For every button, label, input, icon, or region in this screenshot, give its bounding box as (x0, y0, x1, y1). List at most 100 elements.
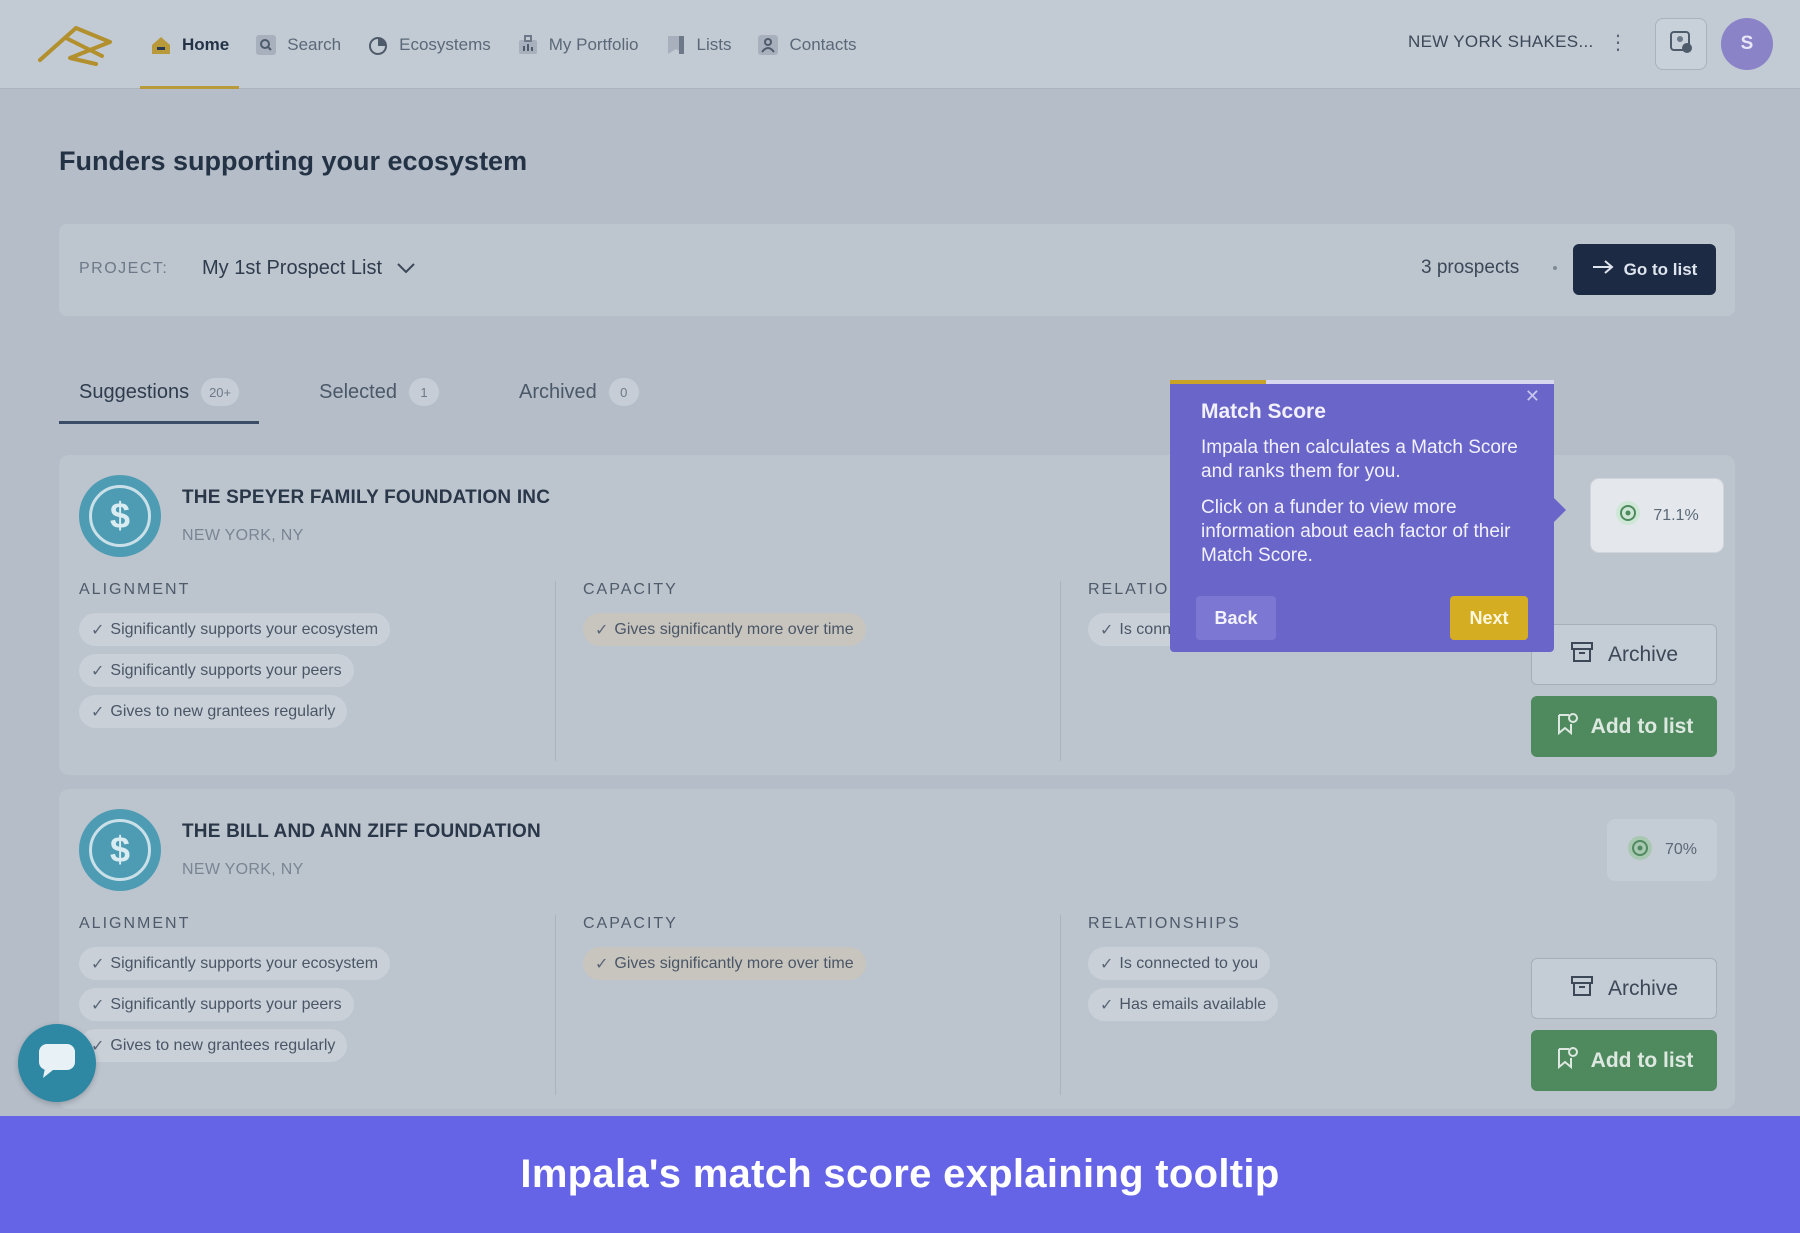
check-icon: ✓ (91, 955, 105, 973)
chat-button[interactable] (18, 1024, 96, 1102)
nav-item-lists[interactable]: Lists (655, 0, 742, 89)
portfolio-icon (517, 34, 539, 56)
nav-item-search[interactable]: Search (245, 0, 351, 89)
nav-item-contacts[interactable]: Contacts (747, 0, 866, 89)
funder-card[interactable]: $ THE BILL AND ANN ZIFF FOUNDATION NEW Y… (59, 789, 1735, 1109)
column-divider (555, 581, 556, 761)
tooltip-next-button[interactable]: Next (1450, 596, 1528, 640)
tooltip-body: Impala then calculates a Match Score and… (1201, 436, 1531, 568)
capacity-column: CAPACITY ✓ Gives significantly more over … (583, 915, 866, 988)
funder-name[interactable]: THE SPEYER FAMILY FOUNDATION INC (182, 487, 550, 509)
alignment-pill: ✓ Significantly supports your ecosystem (79, 947, 391, 980)
alignment-column: ALIGNMENT ✓ Significantly supports your e… (79, 915, 391, 1070)
capacity-pill: ✓ Gives significantly more over time (583, 613, 866, 646)
match-score-value: 70% (1664, 841, 1698, 858)
nav-label: Search (287, 34, 342, 54)
dollar-icon: $ (79, 475, 161, 557)
match-score-badge[interactable]: 71.1% (1591, 479, 1723, 552)
column-divider (1060, 581, 1061, 761)
check-icon: ✓ (91, 662, 105, 680)
project-select-value: My 1st Prospect List (202, 257, 383, 279)
funder-name[interactable]: THE BILL AND ANN ZIFF FOUNDATION (182, 821, 541, 843)
main-nav: Home Search Ecosystems My Portfolio List… (140, 0, 873, 89)
page-title: Funders supporting your ecosystem (59, 146, 528, 176)
add-to-list-button[interactable]: Add to list (1531, 696, 1717, 757)
tooltip-paragraph: Impala then calculates a Match Score and… (1201, 437, 1518, 482)
column-heading: RELATIONSHIPS (1088, 915, 1241, 932)
check-icon: ✓ (91, 621, 105, 639)
archive-icon (1570, 641, 1594, 669)
bookmark-add-icon (1555, 712, 1579, 742)
top-nav: Home Search Ecosystems My Portfolio List… (0, 0, 1800, 89)
tab-label: Archived (518, 380, 597, 403)
add-to-list-label: Add to list (1590, 1048, 1694, 1072)
tab-label: Selected (319, 380, 397, 403)
help-button[interactable] (1655, 18, 1707, 70)
project-bar: PROJECT: My 1st Prospect List 3 prospect… (59, 224, 1735, 316)
alignment-pill: ✓ Gives to new grantees regularly (79, 695, 348, 728)
organization-name[interactable]: NEW YORK SHAKES... (1408, 32, 1594, 52)
alignment-pill: ✓ Significantly supports your ecosystem (79, 613, 391, 646)
capacity-pill: ✓ Gives significantly more over time (583, 947, 866, 980)
nav-item-ecosystems[interactable]: Ecosystems (357, 0, 501, 89)
add-to-list-button[interactable]: Add to list (1531, 1030, 1717, 1091)
close-icon[interactable]: ✕ (1525, 386, 1540, 407)
relationship-pill: ✓ Has emails available (1088, 988, 1279, 1021)
tab-suggestions[interactable]: Suggestions 20+ (59, 360, 260, 424)
project-label: PROJECT: (79, 260, 169, 277)
check-icon: ✓ (595, 621, 609, 639)
prospects-count: 3 prospects (1421, 257, 1520, 278)
alignment-pill: ✓ Significantly supports your peers (79, 654, 354, 687)
tooltip-back-button[interactable]: Back (1196, 596, 1276, 640)
more-options-icon[interactable]: ⋮ (1608, 30, 1628, 55)
column-heading: CAPACITY (583, 581, 678, 598)
go-to-list-label: Go to list (1623, 259, 1698, 279)
nav-label: Home (182, 34, 230, 54)
chevron-down-icon (396, 257, 416, 280)
check-icon: ✓ (1100, 955, 1114, 973)
tab-archived[interactable]: Archived 0 (499, 360, 659, 424)
tab-selected[interactable]: Selected 1 (299, 360, 459, 424)
ecosystems-icon (367, 34, 389, 56)
target-icon (1615, 500, 1641, 531)
check-icon: ✓ (91, 996, 105, 1014)
column-heading: CAPACITY (583, 915, 678, 932)
check-icon: ✓ (595, 955, 609, 973)
tab-label: Suggestions (79, 380, 190, 403)
funder-location: NEW YORK, NY (182, 527, 304, 544)
archive-icon (1570, 975, 1594, 1003)
relationship-pill: ✓Is connected to you (1088, 947, 1271, 980)
search-icon (255, 34, 277, 56)
impala-logo-icon[interactable] (36, 20, 114, 68)
chat-icon (37, 1042, 77, 1085)
archive-button[interactable]: Archive (1531, 624, 1717, 685)
alignment-column: ALIGNMENT ✓ Significantly supports your e… (79, 581, 391, 736)
tab-bar: Suggestions 20+ Selected 1 Archived 0 (59, 360, 699, 424)
nav-label: My Portfolio (548, 34, 639, 54)
nav-item-home[interactable]: Home (140, 0, 240, 89)
bookmark-add-icon (1555, 1046, 1579, 1076)
project-select[interactable]: My 1st Prospect List (202, 257, 416, 280)
tour-progress-fill (1170, 380, 1266, 384)
tab-count-badge: 1 (408, 378, 439, 406)
archive-button[interactable]: Archive (1531, 958, 1717, 1019)
archive-label: Archive (1607, 976, 1679, 1000)
column-heading: ALIGNMENT (79, 915, 191, 932)
go-to-list-button[interactable]: Go to list (1573, 244, 1716, 295)
tooltip-title: Match Score (1201, 400, 1326, 423)
tooltip-arrow (1554, 498, 1566, 522)
alignment-pill: ✓ Significantly supports your peers (79, 988, 354, 1021)
arrow-right-icon (1592, 259, 1614, 280)
nav-item-my-portfolio[interactable]: My Portfolio (507, 0, 649, 89)
dollar-icon: $ (79, 809, 161, 891)
nav-label: Ecosystems (399, 34, 491, 54)
caption-banner: Impala's match score explaining tooltip (0, 1116, 1800, 1233)
check-icon: ✓ (1100, 621, 1114, 639)
user-avatar[interactable]: S (1721, 18, 1773, 70)
tab-count-badge: 20+ (201, 378, 240, 406)
column-divider (555, 915, 556, 1095)
tour-progress-bar (1170, 380, 1554, 384)
nav-label: Lists (696, 34, 732, 54)
match-score-badge[interactable]: 70% (1607, 819, 1717, 881)
check-icon: ✓ (91, 703, 105, 721)
